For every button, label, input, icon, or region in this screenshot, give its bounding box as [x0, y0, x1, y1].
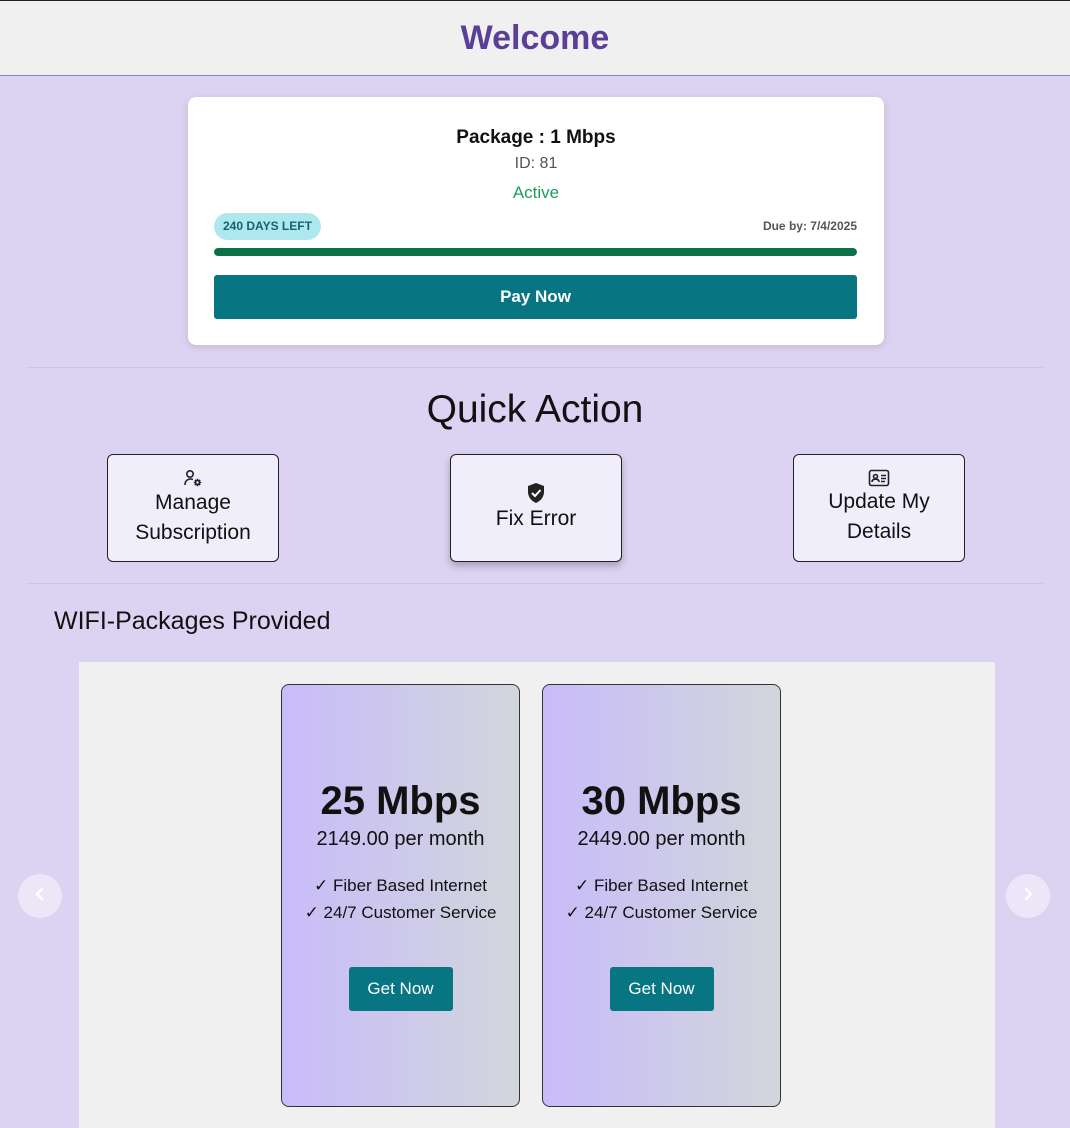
manage-subscription-label-line2: Subscription: [135, 521, 251, 544]
divider: [27, 583, 1043, 584]
get-now-button[interactable]: Get Now: [609, 967, 714, 1011]
package-status: Active: [512, 183, 560, 202]
update-details-button[interactable]: Update My Details: [793, 454, 965, 562]
plan-price: 2449.00 per month: [577, 828, 746, 850]
package-title: Package : 1 Mbps: [456, 127, 616, 148]
pay-now-button[interactable]: Pay Now: [214, 275, 857, 319]
plan-feature: ✓ Fiber Based Internet: [314, 876, 487, 895]
fix-error-label: Fix Error: [495, 507, 577, 530]
plan-card: 25 Mbps 2149.00 per month ✓ Fiber Based …: [281, 684, 520, 1107]
package-card: Package : 1 Mbps ID: 81 Active 240 DAYS …: [188, 97, 884, 345]
progress-bar: [214, 248, 857, 256]
plan-speed: 25 Mbps: [320, 779, 481, 823]
carousel-next-button[interactable]: [1006, 874, 1050, 918]
id-card-icon: [868, 469, 890, 487]
package-id: ID: 81: [514, 155, 558, 172]
divider: [27, 367, 1043, 368]
plan-features: ✓ Fiber Based Internet ✓ 24/7 Customer S…: [302, 873, 499, 926]
plan-card: 30 Mbps 2449.00 per month ✓ Fiber Based …: [542, 684, 781, 1107]
user-gear-icon: [183, 468, 203, 488]
update-details-label-line2: Details: [846, 520, 912, 543]
progress-fill: [214, 248, 857, 256]
days-left-badge: 240 DAYS LEFT: [214, 213, 321, 240]
update-details-label-line1: Update My: [828, 490, 930, 513]
carousel-prev-button[interactable]: [18, 874, 62, 918]
chevron-right-icon: [1021, 887, 1035, 906]
header: Welcome: [0, 0, 1070, 76]
chevron-left-icon: [33, 887, 47, 906]
quick-action-title: Quick Action: [426, 388, 644, 431]
plan-speed: 30 Mbps: [581, 779, 742, 823]
plan-feature: ✓ 24/7 Customer Service: [304, 902, 497, 922]
manage-subscription-button[interactable]: Manage Subscription: [107, 454, 279, 562]
plan-feature: ✓ Fiber Based Internet: [575, 876, 748, 895]
plan-feature: ✓ 24/7 Customer Service: [565, 902, 758, 922]
plan-price: 2149.00 per month: [316, 828, 485, 850]
packages-carousel: 25 Mbps 2149.00 per month ✓ Fiber Based …: [79, 662, 995, 1128]
fix-error-button[interactable]: Fix Error: [450, 454, 622, 562]
manage-subscription-label-line1: Manage: [155, 491, 231, 514]
get-now-button[interactable]: Get Now: [348, 967, 453, 1011]
shield-check-icon: [526, 482, 546, 504]
page-title: Welcome: [460, 18, 610, 57]
plan-features: ✓ Fiber Based Internet ✓ 24/7 Customer S…: [563, 873, 760, 926]
due-date: Due by: 7/4/2025: [762, 219, 857, 233]
packages-section-title: WIFI-Packages Provided: [54, 607, 331, 635]
